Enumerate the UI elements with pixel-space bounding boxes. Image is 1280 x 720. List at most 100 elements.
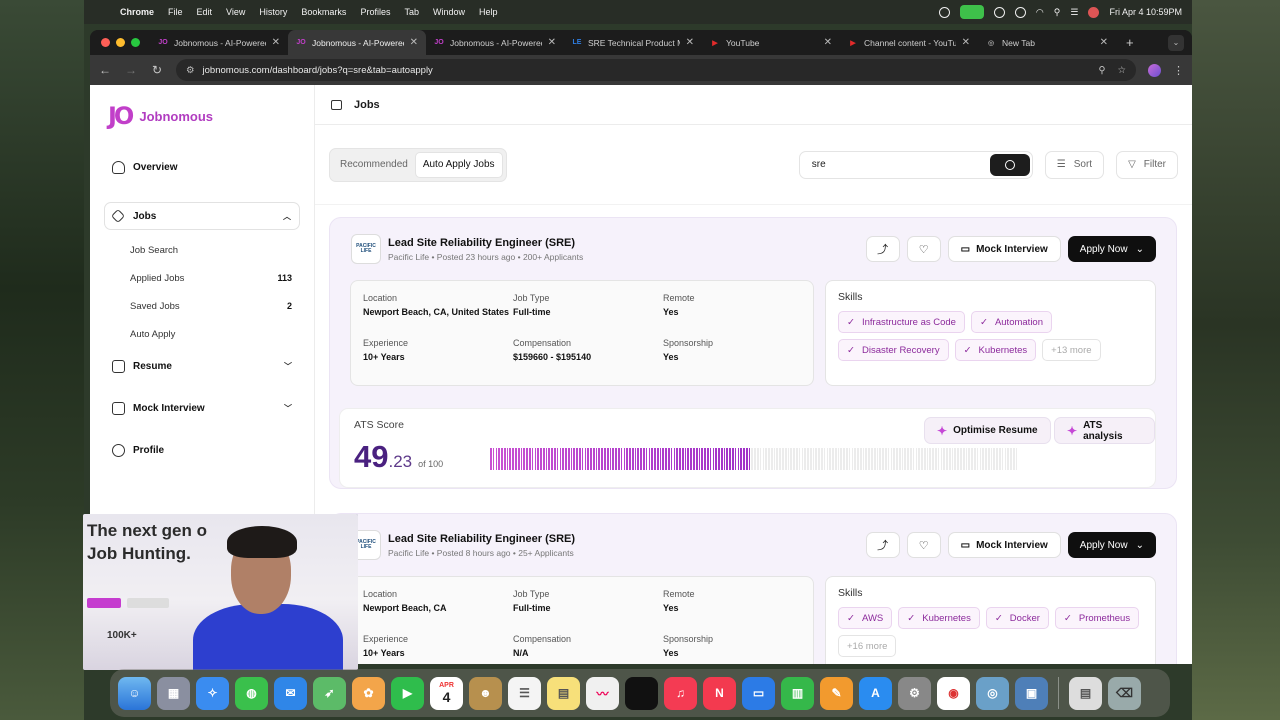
music-icon[interactable]: ♫ bbox=[664, 676, 697, 710]
contacts-icon[interactable]: ☻ bbox=[469, 676, 502, 710]
mock-interview-button[interactable]: ▭ Mock Interview bbox=[947, 532, 1061, 558]
forward-icon[interactable]: → bbox=[124, 63, 138, 77]
safari-icon[interactable]: ✧ bbox=[196, 676, 229, 710]
downloads-stack-icon[interactable]: ▤ bbox=[1069, 676, 1102, 710]
back-icon[interactable]: ← bbox=[98, 63, 112, 77]
menu-bookmarks[interactable]: Bookmarks bbox=[301, 7, 346, 17]
share-button[interactable]: ⤴ bbox=[865, 236, 900, 262]
apply-now-button[interactable]: Apply Now ⌄ bbox=[1067, 236, 1156, 262]
profile-avatar-icon[interactable] bbox=[1148, 63, 1161, 77]
apple-tv-icon[interactable] bbox=[625, 676, 658, 710]
spotlight-search-icon[interactable]: ⚲ bbox=[1054, 7, 1061, 18]
save-job-button[interactable]: ♡ bbox=[906, 532, 941, 558]
sidebar-subitem-job-search[interactable]: Job Search bbox=[130, 236, 292, 264]
mock-interview-button[interactable]: ▭ Mock Interview bbox=[947, 236, 1061, 262]
app-store-icon[interactable]: A bbox=[859, 676, 892, 710]
menu-tab[interactable]: Tab bbox=[404, 7, 419, 17]
trash-icon[interactable]: ⌫ bbox=[1108, 676, 1141, 710]
sidebar-item-jobs[interactable]: Jobs ︿ bbox=[104, 202, 300, 230]
close-tab-icon[interactable]: ✕ bbox=[272, 37, 280, 48]
sidebar-item-profile[interactable]: Profile bbox=[104, 436, 300, 464]
address-bar[interactable]: ⚙ jobnomous.com/dashboard/jobs?q=sre&tab… bbox=[176, 59, 1136, 81]
sidebar-item-mock-interview[interactable]: Mock Interview ﹀ bbox=[104, 394, 300, 422]
sidebar-item-resume[interactable]: Resume ﹀ bbox=[104, 352, 300, 380]
ats-analysis-button[interactable]: ✦ ATS analysis bbox=[1054, 417, 1155, 444]
pages-icon[interactable]: ✎ bbox=[820, 676, 853, 710]
preview-icon[interactable]: ▣ bbox=[1015, 676, 1048, 710]
chrome-menu-icon[interactable]: ⋮ bbox=[1173, 64, 1184, 77]
close-tab-icon[interactable]: ✕ bbox=[824, 37, 832, 48]
more-skills-chip[interactable]: +13 more bbox=[1042, 339, 1101, 361]
photos-icon[interactable]: ✿ bbox=[352, 676, 385, 710]
zoom-icon[interactable]: ⚲ bbox=[1099, 65, 1106, 76]
menubar-clock[interactable]: Fri Apr 4 10:59PM bbox=[1109, 7, 1182, 17]
menu-view[interactable]: View bbox=[226, 7, 245, 17]
browser-tab[interactable]: LE SRE Technical Product Ma ✕ bbox=[564, 30, 702, 55]
tab-auto-apply-jobs[interactable]: Auto Apply Jobs bbox=[414, 151, 503, 178]
site-info-icon[interactable]: ⚙ bbox=[186, 65, 195, 76]
maps-icon[interactable]: ➶ bbox=[313, 676, 346, 710]
sort-button[interactable]: ☰ Sort bbox=[1044, 150, 1105, 179]
mail-icon[interactable]: ✉ bbox=[274, 676, 307, 710]
notes-icon[interactable]: ▤ bbox=[547, 676, 580, 710]
news-icon[interactable]: N bbox=[703, 676, 736, 710]
browser-tab[interactable]: ◎ New Tab ✕ bbox=[978, 30, 1116, 55]
chrome-icon[interactable]: ◉ bbox=[937, 676, 970, 710]
launchpad-icon[interactable]: ▦ bbox=[157, 676, 190, 710]
share-button[interactable]: ⤴ bbox=[865, 532, 900, 558]
menu-window[interactable]: Window bbox=[433, 7, 465, 17]
new-tab-icon[interactable]: + bbox=[1126, 35, 1134, 50]
more-skills-chip[interactable]: +16 more bbox=[838, 635, 897, 657]
record-status-icon[interactable] bbox=[938, 6, 950, 18]
menu-file[interactable]: File bbox=[168, 7, 183, 17]
optimise-resume-button[interactable]: ✦ Optimise Resume bbox=[924, 417, 1051, 444]
close-window-icon[interactable] bbox=[101, 38, 110, 47]
reload-icon[interactable]: ↻ bbox=[150, 63, 164, 77]
messages-icon[interactable]: ◍ bbox=[235, 676, 268, 710]
minimize-window-icon[interactable] bbox=[116, 38, 125, 47]
facetime-camera-icon[interactable] bbox=[959, 5, 984, 19]
search-button[interactable] bbox=[989, 153, 1030, 176]
close-tab-icon[interactable]: ✕ bbox=[962, 37, 970, 48]
siri-icon[interactable] bbox=[1088, 6, 1100, 18]
play-icon[interactable] bbox=[993, 6, 1005, 18]
sidebar-item-overview[interactable]: Overview bbox=[104, 153, 300, 181]
close-tab-icon[interactable]: ✕ bbox=[410, 37, 418, 48]
wifi-icon[interactable]: ◠ bbox=[1036, 7, 1044, 18]
system-settings-icon[interactable]: ⚙ bbox=[898, 676, 931, 710]
job-search-input[interactable]: sre bbox=[798, 150, 1033, 179]
save-job-button[interactable]: ♡ bbox=[906, 236, 941, 262]
job-title[interactable]: Lead Site Reliability Engineer (SRE) bbox=[388, 237, 583, 249]
tab-recommended[interactable]: Recommended bbox=[333, 152, 415, 178]
facetime-icon[interactable]: ▶ bbox=[391, 676, 424, 710]
screen-record-icon[interactable] bbox=[1014, 6, 1026, 18]
sidebar-subitem-saved-jobs[interactable]: Saved Jobs 2 bbox=[130, 292, 292, 320]
browser-tab[interactable]: ▶ Channel content - YouTu ✕ bbox=[840, 30, 978, 55]
menu-profiles[interactable]: Profiles bbox=[360, 7, 390, 17]
reminders-icon[interactable]: ☰ bbox=[508, 676, 541, 710]
close-tab-icon[interactable]: ✕ bbox=[1100, 37, 1108, 48]
browser-tab[interactable]: ▶ YouTube ✕ bbox=[702, 30, 840, 55]
sidebar-subitem-applied-jobs[interactable]: Applied Jobs 113 bbox=[130, 264, 292, 292]
numbers-icon[interactable]: ▥ bbox=[781, 676, 814, 710]
menu-history[interactable]: History bbox=[259, 7, 287, 17]
brand-logo[interactable]: JO Jobnomous bbox=[90, 102, 314, 130]
menu-app-name[interactable]: Chrome bbox=[120, 7, 154, 17]
toggle-sidebar-icon[interactable] bbox=[331, 99, 342, 110]
browser-tab-active[interactable]: JO Jobnomous - AI-Powered ✕ bbox=[288, 30, 426, 55]
control-center-icon[interactable]: ☰ bbox=[1070, 7, 1078, 18]
close-tab-icon[interactable]: ✕ bbox=[686, 37, 694, 48]
finder-icon[interactable]: ☺ bbox=[118, 676, 151, 710]
zoom-window-icon[interactable] bbox=[131, 38, 140, 47]
browser-tab[interactable]: JO Jobnomous - AI-Powered ✕ bbox=[150, 30, 288, 55]
menu-help[interactable]: Help bbox=[479, 7, 498, 17]
calendar-icon[interactable]: APR 4 bbox=[430, 676, 463, 710]
screen-recorder-icon[interactable]: ◎ bbox=[976, 676, 1009, 710]
close-tab-icon[interactable]: ✕ bbox=[548, 37, 556, 48]
menu-edit[interactable]: Edit bbox=[197, 7, 213, 17]
freeform-icon[interactable]: 〰 bbox=[586, 676, 619, 710]
tab-search-icon[interactable]: ⌄ bbox=[1168, 34, 1184, 51]
job-title[interactable]: Lead Site Reliability Engineer (SRE) bbox=[388, 533, 575, 545]
bookmark-star-icon[interactable]: ☆ bbox=[1117, 65, 1126, 76]
filter-button[interactable]: ▽ Filter bbox=[1116, 150, 1178, 179]
